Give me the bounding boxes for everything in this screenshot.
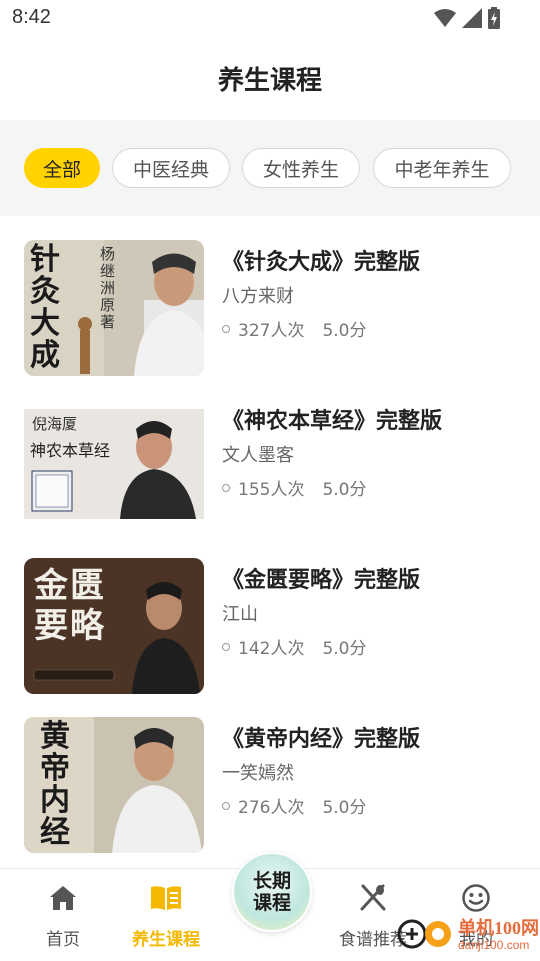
long-term-course-button[interactable]: 长期课程: [232, 852, 312, 932]
course-item[interactable]: 黄帝内经 《黄帝内经》完整版 一笑嫣然 276人次 5.0分: [24, 717, 516, 853]
chip-senior-health[interactable]: 中老年养生: [373, 148, 511, 188]
course-rating: 5.0分: [322, 480, 367, 500]
course-author: 江山: [222, 604, 258, 625]
course-title: 《神农本草经》完整版: [222, 409, 443, 434]
book-icon: [151, 886, 181, 910]
course-views: 155人次: [238, 480, 305, 500]
tab-courses[interactable]: 养生课程: [121, 869, 211, 961]
views-icon: [222, 324, 230, 333]
category-filter-bar: 全部 中医经典 女性养生 中老年养生: [0, 120, 540, 216]
course-meta: 155人次 5.0分: [222, 475, 367, 500]
course-title: 《针灸大成》完整版: [222, 250, 421, 275]
course-views: 142人次: [238, 639, 305, 659]
course-thumbnail: 针灸大成 杨继洲原著: [24, 240, 204, 376]
tab-home[interactable]: 首页: [18, 869, 108, 961]
cover-title-text: 金匮要略: [34, 566, 106, 646]
long-term-course-label: 长期课程: [252, 870, 291, 914]
cover-title-text: 黄帝内经: [40, 719, 70, 850]
tab-courses-label: 养生课程: [132, 930, 200, 950]
course-title: 《黄帝内经》完整版: [222, 727, 421, 752]
tab-home-label: 首页: [46, 930, 80, 950]
signal-icon: [462, 8, 482, 32]
wifi-icon: [434, 8, 456, 32]
chip-all[interactable]: 全部: [24, 148, 100, 188]
course-title: 《金匮要略》完整版: [222, 568, 421, 593]
header: 养生课程: [0, 36, 540, 120]
chip-womens-health[interactable]: 女性养生: [242, 148, 360, 188]
watermark-logo-icon: [397, 919, 451, 949]
watermark-site-name: 单机100网: [458, 918, 539, 938]
cover-caption-text: 杨继洲原著: [100, 245, 116, 331]
course-item[interactable]: 金匮要略 《金匮要略》完整版 江山 142人次 5.0分: [24, 558, 516, 694]
course-author: 一笑嫣然: [222, 763, 294, 784]
status-bar: 8:42: [0, 0, 540, 36]
course-item[interactable]: 倪海厦 神农本草经 《神农本草经》完整版 文人墨客 155人次 5.0分: [24, 399, 516, 535]
course-meta: 276人次 5.0分: [222, 793, 367, 818]
course-views: 327人次: [238, 321, 305, 341]
course-meta: 142人次 5.0分: [222, 634, 367, 659]
status-icons: [434, 7, 500, 33]
course-thumbnail: 黄帝内经: [24, 717, 204, 853]
chip-tcm-classics[interactable]: 中医经典: [112, 148, 230, 188]
course-item[interactable]: 针灸大成 杨继洲原著 《针灸大成》完整版 八方来财 327人次 5.0分: [24, 240, 516, 376]
cover-title-text: 针灸大成: [30, 242, 60, 373]
watermark: 单机100网 danji100.com: [396, 910, 540, 960]
course-rating: 5.0分: [322, 798, 367, 818]
page-title: 养生课程: [217, 66, 322, 96]
cover-title-text: 神农本草经: [30, 441, 111, 460]
watermark-url: danji100.com: [458, 938, 530, 952]
course-meta: 327人次 5.0分: [222, 316, 367, 341]
cover-caption-text: 倪海厦: [32, 415, 78, 433]
course-thumbnail: 倪海厦 神农本草经: [24, 399, 204, 535]
smiley-icon: [462, 884, 490, 912]
home-icon: [50, 886, 76, 910]
views-icon: [222, 801, 230, 810]
course-author: 文人墨客: [222, 445, 294, 466]
course-rating: 5.0分: [322, 321, 367, 341]
course-views: 276人次: [238, 798, 305, 818]
status-time: 8:42: [12, 6, 51, 28]
course-author: 八方来财: [222, 286, 294, 307]
course-thumbnail: 金匮要略: [24, 558, 204, 694]
views-icon: [222, 483, 230, 492]
views-icon: [222, 642, 230, 651]
course-rating: 5.0分: [322, 639, 367, 659]
battery-icon: [488, 7, 500, 33]
utensils-icon: [360, 884, 386, 911]
